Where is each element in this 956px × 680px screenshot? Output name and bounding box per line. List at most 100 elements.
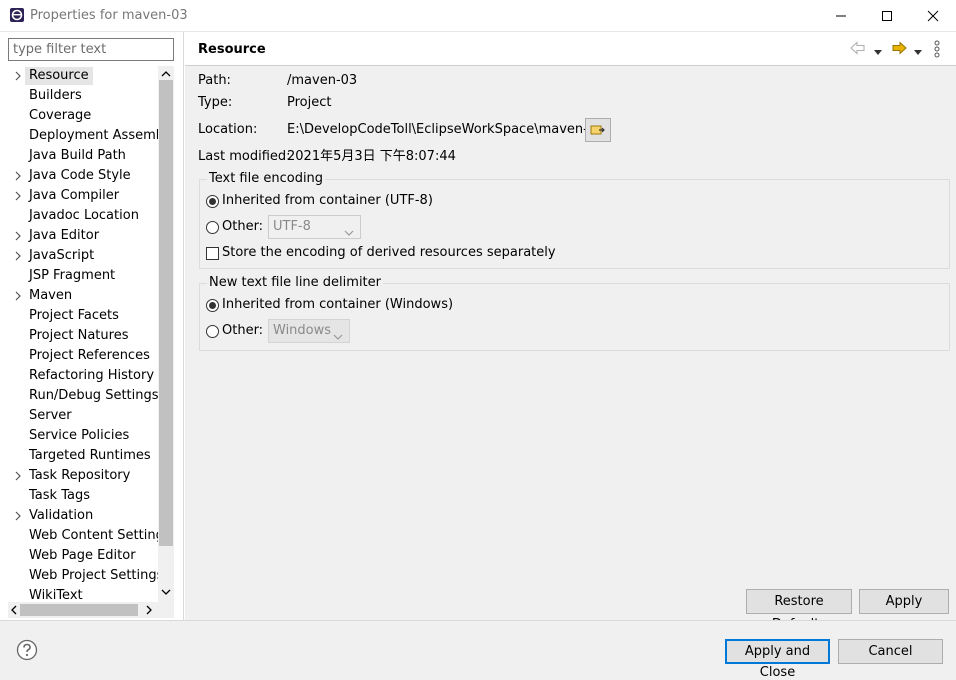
tree-item[interactable]: Project References (0, 346, 158, 366)
location-value: E:\DevelopCodeToll\EclipseWorkSpace\mave… (287, 122, 605, 137)
scroll-left-icon[interactable] (9, 604, 19, 620)
scrollbar-thumb[interactable] (159, 80, 173, 546)
tree-item[interactable]: Java Code Style (0, 166, 158, 186)
tree-item-label: WikiText (29, 588, 83, 602)
tree-item[interactable]: Validation (0, 506, 158, 526)
tree-item-label: Web Page Editor (29, 548, 136, 563)
tree-item[interactable]: Targeted Runtimes (0, 446, 158, 466)
delimiter-other-radio[interactable] (206, 325, 219, 338)
apply-and-close-button[interactable]: Apply and Close (725, 639, 830, 680)
tree-item[interactable]: Java Build Path (0, 146, 158, 166)
tree-item-label: Server (29, 408, 72, 423)
maximize-button[interactable] (864, 0, 910, 32)
tree-item[interactable]: Refactoring History (0, 366, 158, 386)
encoding-other-radio[interactable] (206, 221, 219, 234)
cancel-button[interactable]: Cancel (838, 639, 943, 664)
tree-item[interactable]: Run/Debug Settings (0, 386, 158, 406)
encoding-inherited-label: Inherited from container (UTF-8) (222, 193, 433, 208)
group-title: New text file line delimiter (207, 275, 383, 291)
minimize-button[interactable] (818, 0, 864, 32)
view-menu-icon[interactable] (934, 40, 940, 62)
tree-item[interactable]: Resource (0, 66, 158, 86)
tree-item[interactable]: Java Editor (0, 226, 158, 246)
delimiter-other-select[interactable]: Windows (268, 319, 350, 343)
tree-item-label: Maven (29, 288, 73, 303)
encoding-other-select[interactable]: UTF-8 (268, 215, 361, 239)
scrollbar-thumb[interactable] (20, 604, 138, 616)
tree-item[interactable]: Coverage (0, 106, 158, 126)
help-icon[interactable] (16, 639, 38, 661)
filter-input[interactable] (8, 38, 174, 61)
tree-item[interactable]: Project Natures (0, 326, 158, 346)
tree-item-label: Javadoc Location (29, 208, 139, 223)
tree-item[interactable]: Task Repository (0, 466, 158, 486)
type-label: Type: (198, 95, 233, 110)
property-page: Resource Path: /maven-03 Type: Project L… (185, 32, 956, 632)
tree-item-label: Project Facets (29, 308, 119, 323)
delimiter-other-value: Windows (273, 323, 332, 338)
show-in-system-explorer-button[interactable] (585, 118, 611, 142)
chevron-right-icon[interactable] (14, 70, 24, 82)
modified-value: 2021年5月3日 下午8:07:44 (287, 149, 456, 164)
tree-item[interactable]: Web Content Settings (0, 526, 158, 546)
tree-item-label: Resource (25, 67, 93, 85)
line-delimiter-group: New text file line delimiter Inherited f… (199, 275, 950, 351)
tree-vertical-scrollbar[interactable] (158, 66, 174, 602)
store-encoding-checkbox[interactable] (206, 247, 219, 260)
apply-button[interactable]: Apply (859, 589, 949, 614)
tree-item-label: Java Build Path (29, 148, 126, 163)
tree-item[interactable]: Web Page Editor (0, 546, 158, 566)
eclipse-app-icon (9, 7, 25, 23)
forward-arrow-icon[interactable] (891, 41, 907, 59)
encoding-inherited-radio[interactable] (206, 195, 219, 208)
chevron-right-icon[interactable] (14, 230, 24, 242)
tree-item-label: Project References (29, 348, 150, 363)
scroll-down-icon[interactable] (160, 586, 172, 601)
back-dropdown-icon[interactable] (874, 45, 882, 60)
chevron-right-icon[interactable] (14, 190, 24, 202)
close-button[interactable] (910, 0, 956, 32)
tree-item[interactable]: Deployment Assembly (0, 126, 158, 146)
tree-item-label: Java Compiler (29, 188, 120, 203)
tree-item[interactable]: WikiText (0, 586, 158, 602)
type-value: Project (287, 95, 332, 110)
tree-item[interactable]: JavaScript (0, 246, 158, 266)
store-encoding-label: Store the encoding of derived resources … (222, 245, 556, 260)
tree-horizontal-scrollbar[interactable] (8, 602, 158, 618)
chevron-right-icon[interactable] (14, 470, 24, 482)
chevron-right-icon[interactable] (14, 250, 24, 262)
tree-item-label: Web Content Settings (29, 528, 158, 543)
delimiter-inherited-radio[interactable] (206, 299, 219, 312)
text-encoding-group: Text file encoding Inherited from contai… (199, 171, 950, 269)
forward-dropdown-icon[interactable] (914, 45, 922, 60)
back-arrow-icon[interactable] (850, 41, 866, 59)
tree-item[interactable]: Service Policies (0, 426, 158, 446)
tree-item-label: Task Repository (29, 468, 131, 483)
tree-item[interactable]: Web Project Settings (0, 566, 158, 586)
tree-item-label: JSP Fragment (29, 268, 116, 283)
chevron-right-icon[interactable] (14, 170, 24, 182)
scroll-right-icon[interactable] (144, 604, 154, 620)
delimiter-other-label: Other: (222, 323, 264, 338)
tree-item[interactable]: Project Facets (0, 306, 158, 326)
tree-item[interactable]: JSP Fragment (0, 266, 158, 286)
category-pane: Resource Builders Coverage Deployment Assem… (0, 32, 184, 620)
tree-item-label: Web Project Settings (29, 568, 158, 583)
title-bar: Properties for maven-03 (0, 0, 956, 32)
tree-item-label: Run/Debug Settings (29, 388, 158, 403)
tree-item[interactable]: Java Compiler (0, 186, 158, 206)
tree-item[interactable]: Server (0, 406, 158, 426)
path-value: /maven-03 (287, 73, 358, 88)
chevron-right-icon[interactable] (14, 290, 24, 302)
tree-item[interactable]: Builders (0, 86, 158, 106)
tree-item[interactable]: Javadoc Location (0, 206, 158, 226)
modified-label: Last modified: (198, 149, 291, 164)
tree-item[interactable]: Task Tags (0, 486, 158, 506)
tree-item[interactable]: Maven (0, 286, 158, 306)
chevron-right-icon[interactable] (14, 510, 24, 522)
tree-item-label: JavaScript (29, 248, 95, 263)
tree-item-label: Java Code Style (29, 168, 131, 183)
page-title: Resource (198, 42, 266, 57)
restore-defaults-button[interactable]: Restore Defaults (746, 589, 852, 632)
tree-item-label: Task Tags (29, 488, 90, 503)
